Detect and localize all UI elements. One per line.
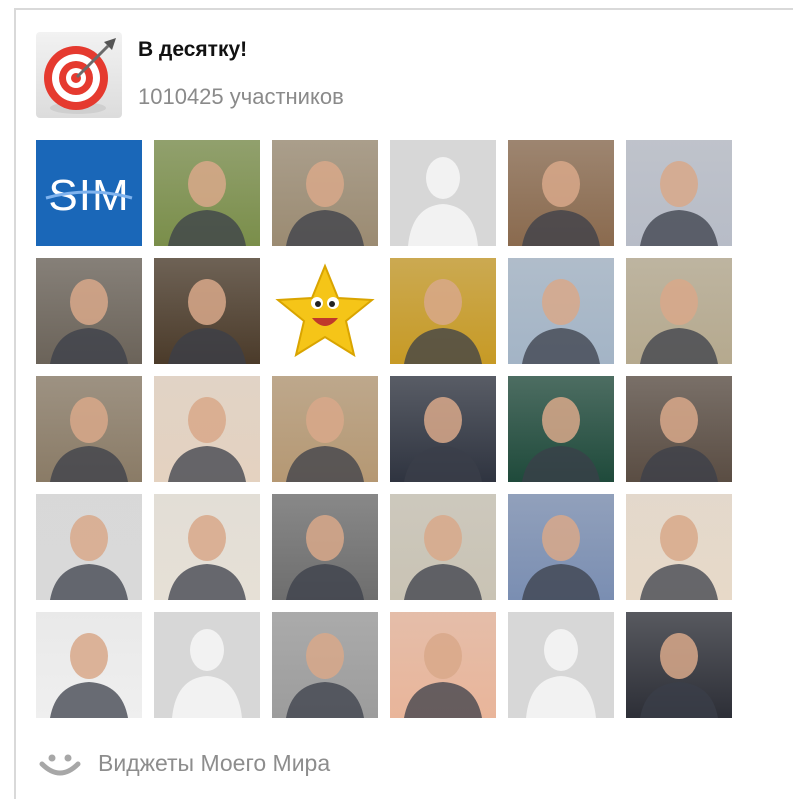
member-avatar[interactable] (626, 494, 732, 600)
member-avatar[interactable] (508, 494, 614, 600)
member-avatar[interactable] (390, 376, 496, 482)
member-avatar-placeholder[interactable] (508, 612, 614, 718)
member-avatar[interactable] (508, 140, 614, 246)
member-avatar[interactable] (272, 140, 378, 246)
member-avatar[interactable] (154, 376, 260, 482)
member-avatar[interactable] (626, 140, 732, 246)
member-avatar[interactable] (154, 494, 260, 600)
group-header: В десятку! 1010425 участников (36, 32, 736, 118)
widget-footer: Виджеты Моего Мира (36, 746, 536, 786)
member-avatar[interactable] (272, 258, 378, 364)
widgets-link[interactable]: Виджеты Моего Мира (98, 750, 330, 777)
member-avatar[interactable] (626, 376, 732, 482)
member-avatar[interactable] (390, 494, 496, 600)
member-avatar-placeholder[interactable] (154, 612, 260, 718)
member-avatar[interactable] (626, 258, 732, 364)
member-avatar[interactable] (36, 258, 142, 364)
group-widget: В десятку! 1010425 участников SIM Виджет… (14, 8, 793, 799)
member-avatar[interactable] (508, 376, 614, 482)
member-avatar[interactable] (36, 612, 142, 718)
member-avatar[interactable] (154, 258, 260, 364)
group-title[interactable]: В десятку! (138, 38, 247, 62)
member-avatar[interactable] (272, 494, 378, 600)
members-count: 1010425 участников (138, 84, 344, 109)
members-grid: SIM (36, 140, 736, 730)
target-dart-icon[interactable] (36, 32, 122, 118)
member-avatar[interactable] (36, 376, 142, 482)
member-avatar-placeholder[interactable] (390, 140, 496, 246)
member-avatar[interactable] (626, 612, 732, 718)
smile-icon[interactable] (36, 748, 84, 780)
member-avatar[interactable] (154, 140, 260, 246)
member-avatar[interactable] (272, 376, 378, 482)
member-avatar[interactable]: SIM (36, 140, 142, 246)
member-avatar[interactable] (390, 258, 496, 364)
member-avatar[interactable] (508, 258, 614, 364)
member-avatar[interactable] (272, 612, 378, 718)
member-avatar[interactable] (36, 494, 142, 600)
member-avatar[interactable] (390, 612, 496, 718)
